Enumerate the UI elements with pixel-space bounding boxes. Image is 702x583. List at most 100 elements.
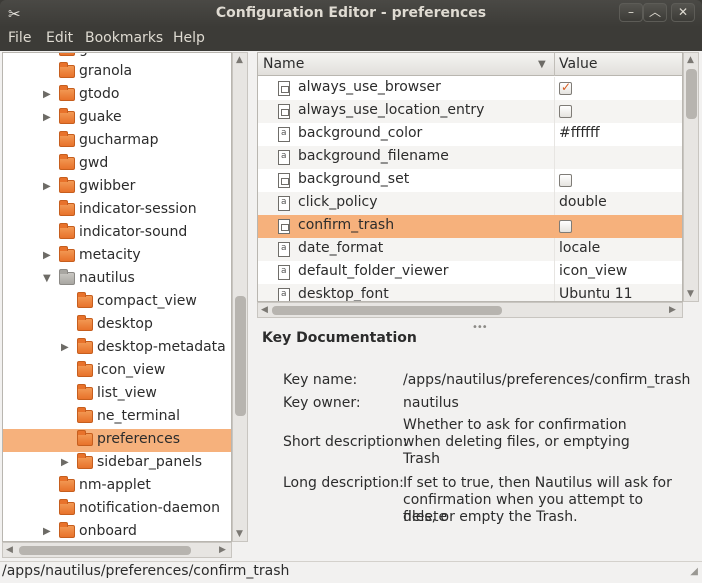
table-row[interactable]: background_set xyxy=(258,169,682,192)
table-row[interactable]: default_folder_viewer icon_view xyxy=(258,261,682,284)
key-tree[interactable]: gnome granola ▶ gtodo ▶ guake gucharmap … xyxy=(2,52,232,542)
column-header-value[interactable]: Value xyxy=(559,56,597,72)
key-owner-label: Key owner: xyxy=(283,395,361,411)
collapse-arrow-icon[interactable]: ▼ xyxy=(43,273,53,285)
expand-arrow-icon[interactable]: ▶ xyxy=(43,89,53,101)
tree-item[interactable]: ▶ metacity xyxy=(3,245,231,268)
expand-arrow-icon[interactable]: ▶ xyxy=(61,457,71,469)
folder-icon xyxy=(59,476,75,492)
menu-edit[interactable]: Edit xyxy=(46,30,73,46)
scrollbar-thumb[interactable] xyxy=(19,546,191,555)
tree-item[interactable]: ▼ nautilus xyxy=(3,268,231,291)
expand-arrow-icon[interactable]: ▶ xyxy=(43,181,53,193)
tree-item[interactable]: ▶ sidebar_panels xyxy=(3,452,231,475)
folder-icon xyxy=(59,246,75,262)
pane-resize-grip-icon[interactable]: ••• xyxy=(472,322,488,333)
boolean-key-icon xyxy=(278,219,290,234)
tree-item[interactable]: ▶ gwibber xyxy=(3,176,231,199)
string-key-icon xyxy=(278,196,290,211)
scroll-left-arrow-icon[interactable]: ◀ xyxy=(6,545,13,555)
scroll-down-arrow-icon[interactable]: ▼ xyxy=(236,529,243,539)
folder-icon xyxy=(59,154,75,170)
expand-arrow-icon[interactable]: ▶ xyxy=(43,526,53,538)
tree-item[interactable]: desktop xyxy=(3,314,231,337)
tree-item[interactable]: notification-daemon xyxy=(3,498,231,521)
short-description-line-2: when deleting files, or emptying xyxy=(403,434,630,450)
value-checkbox[interactable] xyxy=(559,80,572,95)
table-horizontal-scrollbar[interactable]: ◀ ▶ xyxy=(257,302,683,318)
expand-arrow-icon[interactable]: ▶ xyxy=(43,112,53,124)
table-row[interactable]: always_use_browser xyxy=(258,77,682,100)
scrollbar-thumb[interactable] xyxy=(235,296,246,416)
value-text[interactable]: Ubuntu 11 xyxy=(559,286,633,301)
tree-item[interactable]: gwd xyxy=(3,153,231,176)
tree-item[interactable]: ▶ guake xyxy=(3,107,231,130)
tree-item-selected[interactable]: preferences xyxy=(3,429,231,452)
folder-icon xyxy=(59,108,75,124)
tree-item[interactable]: gucharmap xyxy=(3,130,231,153)
tree-item[interactable]: compact_view xyxy=(3,291,231,314)
tree-item[interactable]: ▶ desktop-metadata xyxy=(3,337,231,360)
table-row-selected[interactable]: confirm_trash xyxy=(258,215,682,238)
folder-icon xyxy=(59,177,75,193)
table-row[interactable]: background_filename xyxy=(258,146,682,169)
scroll-up-arrow-icon[interactable]: ▲ xyxy=(236,55,243,65)
scroll-up-arrow-icon[interactable]: ▲ xyxy=(687,55,694,65)
string-key-icon xyxy=(278,242,290,257)
value-checkbox[interactable] xyxy=(559,105,572,118)
tree-item[interactable]: indicator-sound xyxy=(3,222,231,245)
scrollbar-thumb[interactable] xyxy=(686,69,697,119)
boolean-key-icon xyxy=(278,104,290,119)
table-row[interactable]: date_format locale xyxy=(258,238,682,261)
sort-descending-icon[interactable]: ▼ xyxy=(538,59,546,70)
menu-bookmarks[interactable]: Bookmarks xyxy=(85,30,163,46)
column-header-name[interactable]: Name xyxy=(263,56,304,72)
tree-horizontal-scrollbar[interactable]: ◀ ▶ xyxy=(2,542,232,558)
minimize-button[interactable]: – xyxy=(619,3,643,22)
tree-item[interactable]: list_view xyxy=(3,383,231,406)
expand-arrow-icon[interactable]: ▶ xyxy=(61,342,71,354)
resize-grip-icon[interactable]: ◢ xyxy=(690,566,698,577)
value-checkbox[interactable] xyxy=(559,174,572,187)
scroll-down-arrow-icon[interactable]: ▼ xyxy=(687,289,694,299)
tree-item[interactable]: ▶ gtodo xyxy=(3,84,231,107)
value-text[interactable]: double xyxy=(559,194,607,210)
folder-icon xyxy=(77,361,93,377)
string-key-icon xyxy=(278,127,290,142)
string-key-icon xyxy=(278,150,290,165)
folder-icon xyxy=(59,499,75,515)
tree-item[interactable]: indicator-session xyxy=(3,199,231,222)
table-row[interactable]: desktop_font Ubuntu 11 xyxy=(258,284,682,301)
scroll-left-arrow-icon[interactable]: ◀ xyxy=(261,305,268,315)
scroll-right-arrow-icon[interactable]: ▶ xyxy=(219,545,226,555)
table-row[interactable]: background_color #ffffff xyxy=(258,123,682,146)
expand-arrow-icon[interactable]: ▶ xyxy=(43,250,53,262)
table-vertical-scrollbar[interactable]: ▲ ▼ xyxy=(683,52,699,302)
status-path: /apps/nautilus/preferences/confirm_trash xyxy=(2,563,290,579)
long-description-line-1: If set to true, then Nautilus will ask f… xyxy=(403,475,672,491)
table-row[interactable]: always_use_location_entry xyxy=(258,100,682,123)
maximize-button[interactable]: ︿ xyxy=(643,3,667,22)
open-folder-icon xyxy=(59,269,75,285)
keys-table[interactable]: Name ▼ Value always_use_browser always_u… xyxy=(257,52,683,302)
folder-icon xyxy=(77,384,93,400)
tree-item[interactable]: icon_view xyxy=(3,360,231,383)
close-button[interactable]: ✕ xyxy=(671,3,695,22)
scrollbar-thumb[interactable] xyxy=(272,306,502,315)
value-checkbox[interactable] xyxy=(559,220,572,233)
tree-item[interactable]: nm-applet xyxy=(3,475,231,498)
table-row[interactable]: click_policy double xyxy=(258,192,682,215)
value-text[interactable]: locale xyxy=(559,240,600,256)
value-text[interactable]: icon_view xyxy=(559,263,627,279)
long-description-label: Long description: xyxy=(283,475,404,491)
tree-item[interactable]: granola xyxy=(3,61,231,84)
menu-help[interactable]: Help xyxy=(173,30,205,46)
menu-file[interactable]: File xyxy=(8,30,31,46)
tree-item[interactable]: ne_terminal xyxy=(3,406,231,429)
value-text[interactable]: #ffffff xyxy=(559,125,600,141)
tree-item[interactable]: ▶ onboard xyxy=(3,521,231,541)
tree-vertical-scrollbar[interactable]: ▲ ▼ xyxy=(232,52,248,542)
string-key-icon xyxy=(278,265,290,280)
folder-icon xyxy=(77,430,93,446)
scroll-right-arrow-icon[interactable]: ▶ xyxy=(669,305,676,315)
